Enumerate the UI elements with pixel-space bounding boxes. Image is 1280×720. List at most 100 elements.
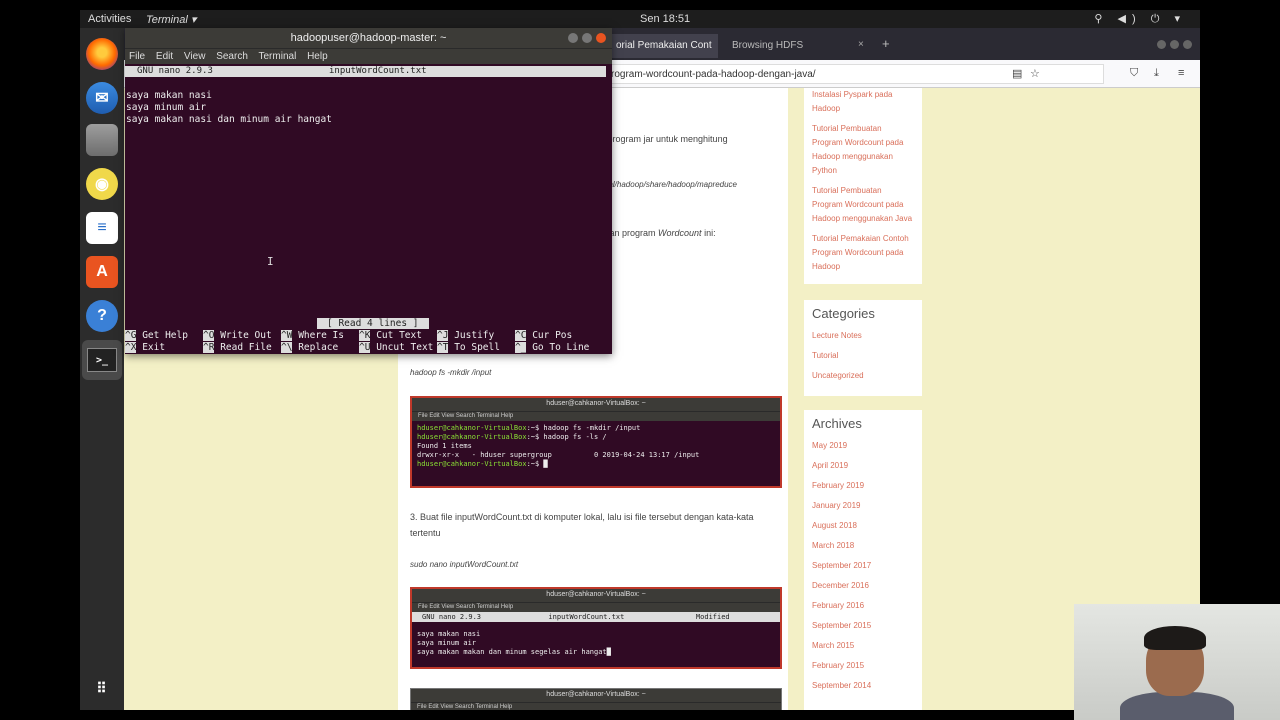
close-icon[interactable] [1183,40,1192,49]
menu-edit[interactable]: Edit [156,51,173,62]
archive-link[interactable]: August 2018 [812,519,914,533]
shortcut-exit[interactable]: ^X Exit [125,342,165,353]
terminal-window: hadoopuser@hadoop-master: ~ File Edit Vi… [125,28,612,354]
archive-link[interactable]: December 2016 [812,579,914,593]
shortcut-write-out[interactable]: ^O Write Out [203,330,272,341]
screenshot-terminal-3: hduser@cahkanor-VirtualBox: ~ File Edit … [410,688,782,710]
webcam-overlay [1074,604,1280,720]
recent-post-link[interactable]: Tutorial Pembuatan Program Wordcount pad… [812,184,914,226]
content-path: ocal/hadoop/share/hadoop/mapreduce [600,180,737,189]
archives-heading: Archives [812,416,862,431]
shot-nano-header: GNU nano 2.9.3 inputWordCount.txt Modifi… [412,612,780,622]
menu-search[interactable]: Search [216,51,248,62]
tab-label: Browsing HDFS [732,40,804,51]
terminal-body[interactable]: GNU nano 2.9.3 inputWordCount.txt saya ma… [125,64,612,354]
recent-post-link[interactable]: Tutorial Pembuatan Program Wordcount pad… [812,122,914,178]
sidebar: Instalasi Pyspark pada Hadoop Tutorial P… [804,88,922,710]
archive-link[interactable]: January 2019 [812,499,914,513]
software-icon[interactable]: A [86,256,118,288]
archive-link[interactable]: April 2019 [812,459,914,473]
shortcut-get-help[interactable]: ^G Get Help [125,330,188,341]
shot-menu: File Edit View Search Terminal Help [412,411,780,421]
text-suffix: ini: [701,228,716,238]
desktop-screen: Activities Terminal ▾ Sen 18:51 ⚲ ◀) ⏻ ▾… [80,10,1200,710]
terminal-icon-selected[interactable]: >_ [82,340,122,380]
shot-body: saya makan nasi saya minum air saya maka… [417,630,611,656]
recent-post-link[interactable]: Hadoop [812,102,914,116]
firefox-icon[interactable] [86,38,118,70]
archive-link[interactable]: February 2016 [812,599,914,613]
menu-icon[interactable]: ≡ [1178,67,1184,79]
terminal-titlebar[interactable]: hadoopuser@hadoop-master: ~ [125,28,612,48]
category-link[interactable]: Uncategorized [812,369,914,383]
nano-version: GNU nano 2.9.3 [137,66,213,76]
archive-link[interactable]: September 2014 [812,679,914,693]
archive-link[interactable]: February 2019 [812,479,914,493]
shortcut-where-is[interactable]: ^W Where Is [281,330,344,341]
content-text-2: akan program Wordcount ini: [600,228,716,238]
rhythmbox-icon[interactable]: ◉ [86,168,118,200]
archive-link[interactable]: March 2015 [812,639,914,653]
shortcut-justify[interactable]: ^J Justify [437,330,494,341]
shot-title: hduser@cahkanor-VirtualBox: ~ [412,589,780,602]
tab-close-icon[interactable]: × [858,39,864,50]
url-text: rogram-wordcount-pada-hadoop-dengan-java… [611,69,816,80]
url-bar[interactable]: rogram-wordcount-pada-hadoop-dengan-java… [604,64,1104,84]
shortcut-uncut-text[interactable]: ^U Uncut Text [359,342,433,353]
writer-icon[interactable]: ≡ [86,212,118,244]
nano-status: [ Read 4 lines ] [317,318,429,329]
category-link[interactable]: Lecture Notes [812,329,914,343]
top-bar: Activities Terminal ▾ Sen 18:51 ⚲ ◀) ⏻ ▾ [80,10,1200,28]
system-tray[interactable]: ⚲ ◀) ⏻ ▾ [1094,12,1186,26]
minimize-icon[interactable] [568,33,578,43]
menu-view[interactable]: View [184,51,206,62]
command-mkdir: hadoop fs -mkdir /input [410,368,492,377]
terminal-menubar: File Edit View Search Terminal Help [125,48,612,64]
show-apps-icon[interactable]: ⠿ [86,672,118,704]
tab-browsing-hdfs[interactable]: Browsing HDFS [724,34,864,58]
archive-link[interactable]: May 2019 [812,439,914,453]
pocket-icon[interactable]: ⛉ [1130,67,1138,80]
shortcut-read-file[interactable]: ^R Read File [203,342,272,353]
thunderbird-icon[interactable]: ✉ [86,82,118,114]
recent-post-link[interactable]: Tutorial Pemakaian Contoh Program Wordco… [812,232,914,274]
category-link[interactable]: Tutorial [812,349,914,363]
app-menu[interactable]: Terminal ▾ [146,13,196,26]
person-hair [1144,626,1206,650]
recent-posts-box: Instalasi Pyspark pada Hadoop Tutorial P… [804,88,922,284]
downloads-icon[interactable]: ⤓ [1154,67,1159,80]
clock[interactable]: Sen 18:51 [640,13,690,25]
menu-terminal[interactable]: Terminal [259,51,297,62]
tab-active[interactable]: orial Pemakaian Cont [608,34,718,58]
shot-title: hduser@cahkanor-VirtualBox: ~ [412,398,780,411]
text-cursor-icon: I [267,255,274,268]
reader-view-icon[interactable]: ▤ [1012,67,1022,80]
shortcut-to-spell[interactable]: ^T To Spell [437,342,500,353]
file-line: saya minum air [126,102,207,113]
menu-file[interactable]: File [129,51,145,62]
archive-link[interactable]: March 2018 [812,539,914,553]
shortcut-go-to-line[interactable]: ^_ Go To Line [515,342,589,353]
help-icon[interactable]: ? [86,300,118,332]
archive-link[interactable]: September 2015 [812,619,914,633]
maximize-icon[interactable] [1170,40,1179,49]
bookmark-star-icon[interactable]: ☆ [1030,67,1040,80]
maximize-icon[interactable] [582,33,592,43]
archive-link[interactable]: September 2017 [812,559,914,573]
menu-help[interactable]: Help [307,51,328,62]
new-tab-button[interactable]: + [882,36,890,51]
minimize-icon[interactable] [1157,40,1166,49]
person-shirt [1120,692,1234,720]
shot-menu: File Edit View Search Terminal Help [411,702,781,710]
shortcut-cut-text[interactable]: ^K Cut Text [359,330,422,341]
recent-post-link[interactable]: Instalasi Pyspark pada [812,88,914,102]
step-3-text-cont: tertentu [410,528,441,538]
activities-button[interactable]: Activities [88,13,131,25]
shortcut-replace[interactable]: ^\ Replace [281,342,338,353]
files-icon[interactable] [86,124,118,156]
close-icon[interactable] [596,33,606,43]
file-line: saya makan nasi [126,90,212,101]
shot-menu: File Edit View Search Terminal Help [412,602,780,612]
shortcut-cur-pos[interactable]: ^C Cur Pos [515,330,572,341]
archive-link[interactable]: February 2015 [812,659,914,673]
